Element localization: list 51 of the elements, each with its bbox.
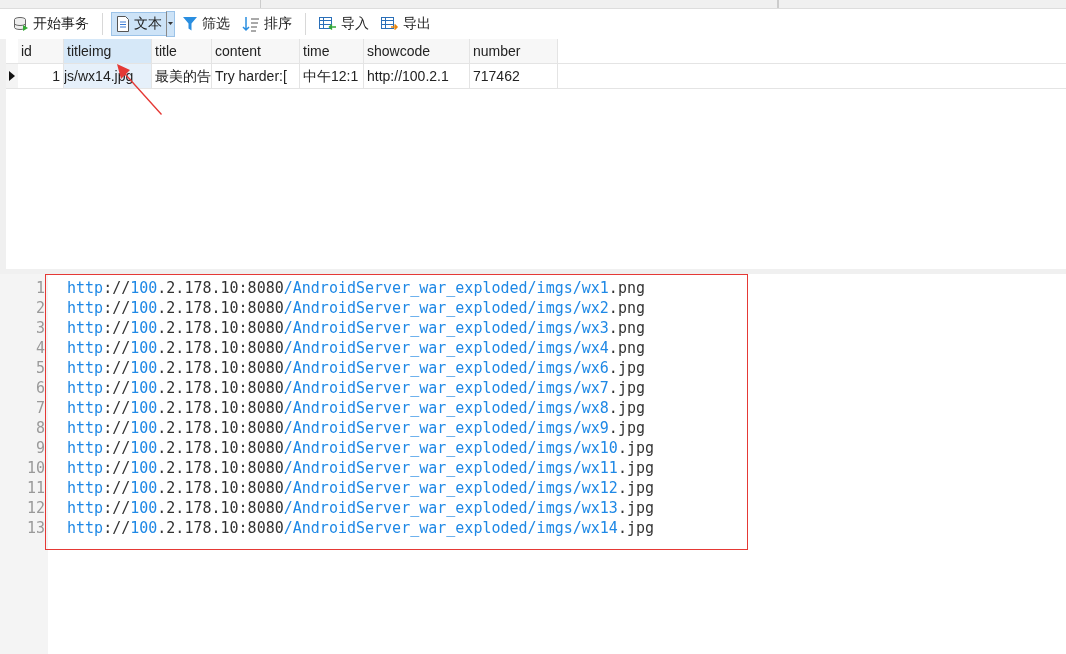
column-header[interactable]: number <box>470 39 558 63</box>
import-button[interactable]: 导入 <box>314 12 374 36</box>
table-cell: Try harder:[ <box>212 64 300 88</box>
table-cell: 717462 <box>470 64 558 88</box>
text-button[interactable]: 文本 <box>111 12 167 36</box>
line-number: 9 <box>34 438 46 458</box>
code-line: http://100.2.178.10:8080/AndroidServer_war_exploded/imgs/wx14.jpg <box>67 518 654 538</box>
code-line: http://100.2.178.10:8080/AndroidServer_war_exploded/imgs/wx10.jpg <box>67 438 654 458</box>
line-number: 3 <box>34 318 46 338</box>
line-number: 13 <box>25 518 46 538</box>
line-number: 1 <box>34 278 46 298</box>
line-number: 10 <box>25 458 46 478</box>
line-number: 5 <box>34 358 46 378</box>
column-header[interactable]: content <box>212 39 300 63</box>
filter-button[interactable]: 筛选 <box>177 12 235 36</box>
export-button[interactable]: 导出 <box>376 12 436 36</box>
sort-icon <box>242 16 260 32</box>
line-number: 7 <box>34 398 46 418</box>
code-line: http://100.2.178.10:8080/AndroidServer_war_exploded/imgs/wx2.png <box>67 298 645 318</box>
column-header[interactable]: title <box>152 39 212 63</box>
code-line: http://100.2.178.10:8080/AndroidServer_war_exploded/imgs/wx3.png <box>67 318 645 338</box>
table-cell: 中午12:1 <box>300 64 364 88</box>
code-line: http://100.2.178.10:8080/AndroidServer_war_exploded/imgs/wx6.jpg <box>67 358 645 378</box>
funnel-icon <box>182 16 198 32</box>
code-line: http://100.2.178.10:8080/AndroidServer_war_exploded/imgs/wx11.jpg <box>67 458 654 478</box>
code-line: http://100.2.178.10:8080/AndroidServer_war_exploded/imgs/wx9.jpg <box>67 418 645 438</box>
code-line: http://100.2.178.10:8080/AndroidServer_war_exploded/imgs/wx8.jpg <box>67 398 645 418</box>
code-line: http://100.2.178.10:8080/AndroidServer_war_exploded/imgs/wx13.jpg <box>67 498 654 518</box>
table-import-icon <box>319 16 337 32</box>
begin-button[interactable]: 开始事务 <box>8 12 94 36</box>
line-number: 8 <box>34 418 46 438</box>
column-header[interactable]: titleimg <box>64 39 152 63</box>
line-number: 12 <box>25 498 46 518</box>
document-icon <box>116 16 130 32</box>
column-header[interactable]: showcode <box>364 39 470 63</box>
caret-icon[interactable] <box>168 22 173 26</box>
code-line: http://100.2.178.10:8080/AndroidServer_war_exploded/imgs/wx4.png <box>67 338 645 358</box>
column-header[interactable]: time <box>300 39 364 63</box>
line-number: 6 <box>34 378 46 398</box>
line-number: 11 <box>25 478 46 498</box>
database-icon <box>13 16 29 32</box>
line-number: 4 <box>34 338 46 358</box>
column-header[interactable]: id <box>18 39 64 63</box>
table-cell: 最美的告 <box>152 64 212 88</box>
table-cell: http://100.2.1 <box>364 64 470 88</box>
code-line: http://100.2.178.10:8080/AndroidServer_war_exploded/imgs/wx12.jpg <box>67 478 654 498</box>
table-export-icon <box>381 16 399 32</box>
sort-button[interactable]: 排序 <box>237 12 297 36</box>
line-number: 2 <box>34 298 46 318</box>
code-line: http://100.2.178.10:8080/AndroidServer_war_exploded/imgs/wx7.jpg <box>67 378 645 398</box>
code-line: http://100.2.178.10:8080/AndroidServer_war_exploded/imgs/wx1.png <box>67 278 645 298</box>
